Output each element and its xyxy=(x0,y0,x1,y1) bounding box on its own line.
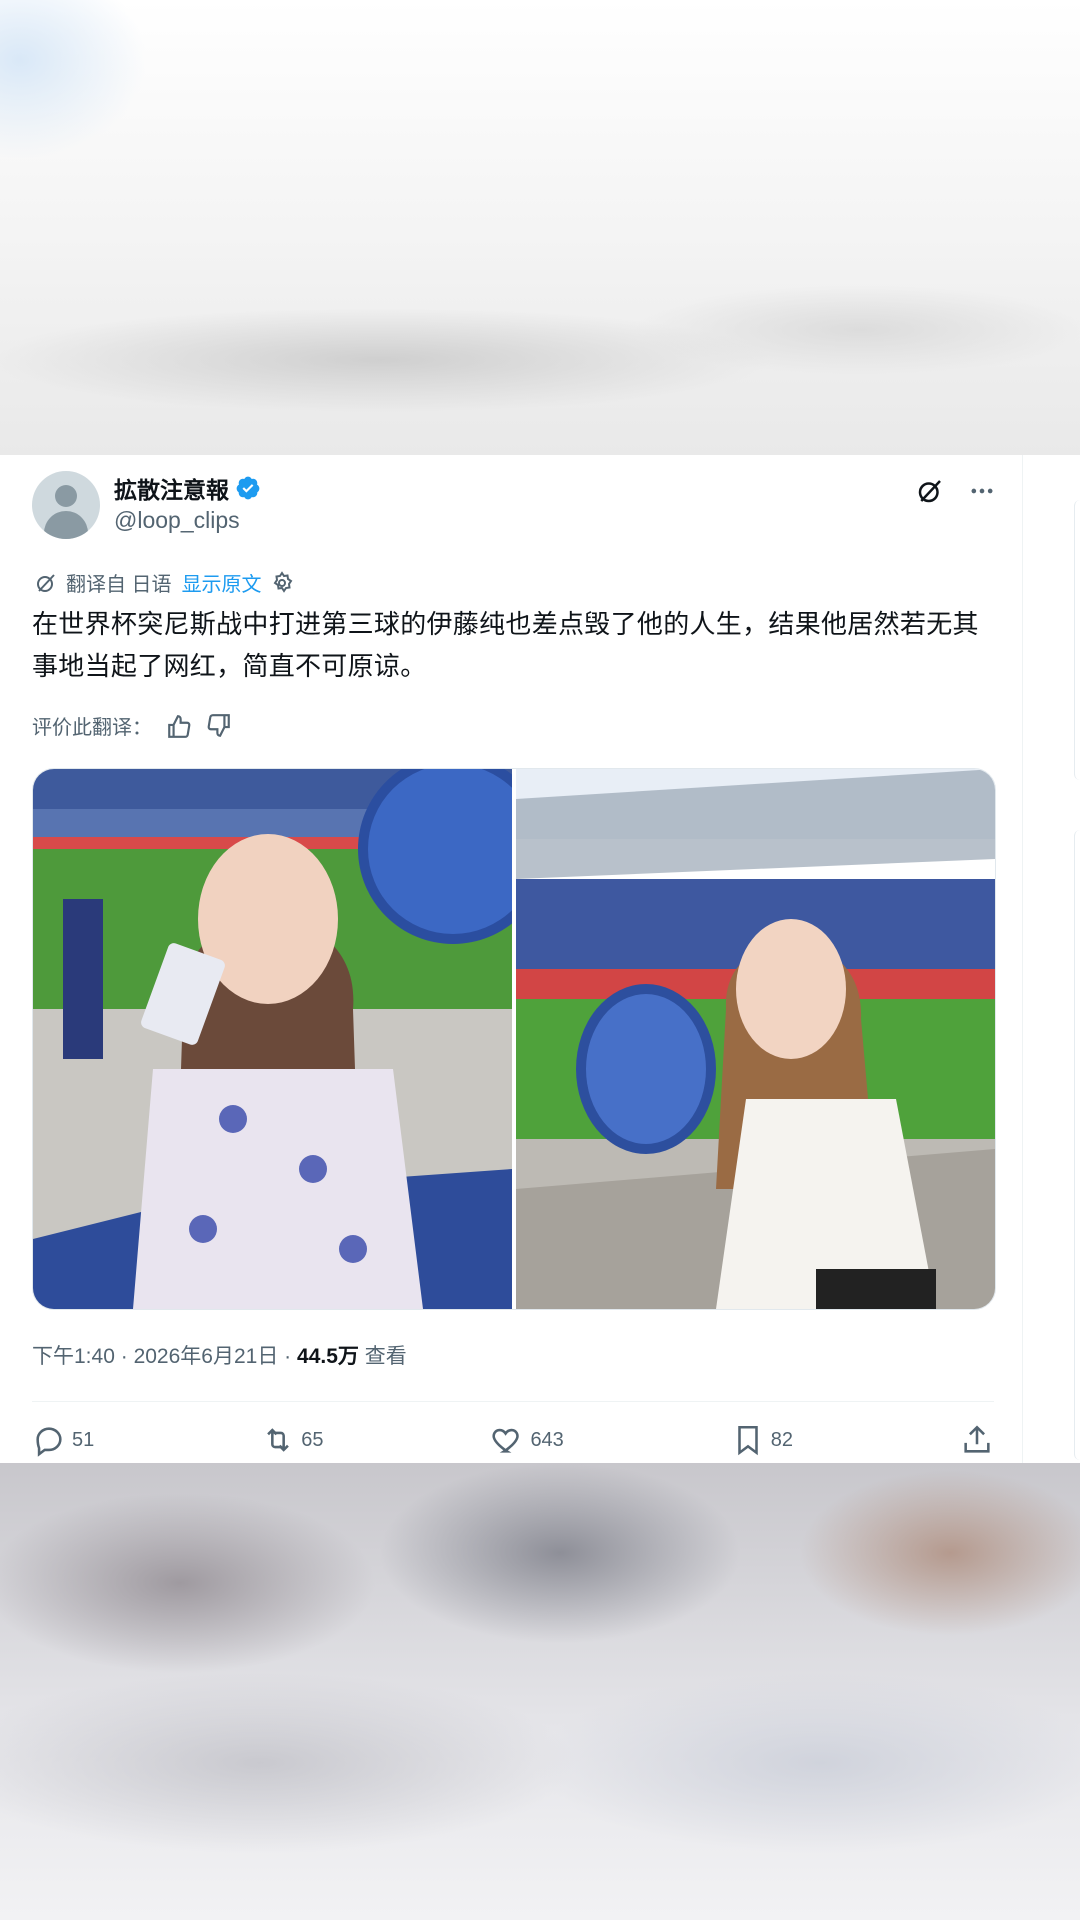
sidebar-card-edge xyxy=(1074,500,1080,780)
avatar[interactable] xyxy=(32,471,100,539)
rate-translation: 评价此翻译： xyxy=(32,711,232,740)
like-button[interactable]: 643 xyxy=(490,1423,564,1457)
photo-right[interactable] xyxy=(516,769,995,1309)
share-icon xyxy=(964,1425,990,1453)
retweet-count: 65 xyxy=(301,1428,324,1451)
author-name-row[interactable]: 拡散注意報 xyxy=(114,471,261,505)
tweet-card: 拡散注意報 @loop_clips 翻译自 日语 显示原文 在世界杯突尼斯战中打… xyxy=(0,455,1023,1463)
author-handle[interactable]: @loop_clips xyxy=(114,507,240,534)
retweet-button[interactable]: 65 xyxy=(261,1423,323,1457)
show-original-link[interactable]: 显示原文 xyxy=(182,568,262,597)
photo-left[interactable] xyxy=(33,769,512,1309)
verified-icon xyxy=(236,476,260,500)
views-count: 44.5万 xyxy=(297,1345,359,1368)
tweet-actions: 51 65 643 82 xyxy=(32,1423,994,1457)
reply-button[interactable]: 51 xyxy=(32,1423,94,1457)
tweet-date[interactable]: 2026年6月21日 xyxy=(134,1345,279,1368)
tweet-media[interactable] xyxy=(32,768,996,1310)
sidebar-card-edge xyxy=(1074,830,1080,1460)
thumbs-down-icon[interactable] xyxy=(206,713,232,739)
bookmark-icon xyxy=(738,1425,758,1456)
divider xyxy=(32,1401,994,1402)
bookmark-count: 82 xyxy=(770,1428,794,1451)
grok-icon[interactable] xyxy=(914,475,946,507)
like-icon xyxy=(492,1428,520,1453)
blurred-background-bottom xyxy=(0,1463,1080,1920)
bookmark-button[interactable]: 82 xyxy=(731,1423,793,1457)
views-label: 查看 xyxy=(364,1345,407,1368)
translated-from-label: 翻译自 日语 xyxy=(66,574,172,596)
separator: · xyxy=(120,1345,128,1368)
like-count: 643 xyxy=(530,1428,564,1451)
reply-count: 51 xyxy=(72,1428,95,1451)
share-button[interactable] xyxy=(960,1423,994,1457)
tweet-header-actions xyxy=(914,475,998,507)
translation-info: 翻译自 日语 显示原文 xyxy=(34,568,294,597)
separator: · xyxy=(284,1345,292,1368)
settings-icon[interactable] xyxy=(270,570,294,595)
rate-translation-label: 评价此翻译： xyxy=(32,717,152,739)
more-icon[interactable] xyxy=(966,475,998,507)
blurred-background-top xyxy=(0,0,1080,455)
thumbs-up-icon[interactable] xyxy=(166,713,192,739)
author-name[interactable]: 拡散注意報 xyxy=(114,471,229,505)
translate-icon xyxy=(37,573,55,592)
retweet-icon xyxy=(267,1428,290,1452)
tweet-text: 在世界杯突尼斯战中打进第三球的伊藤纯也差点毁了他的人生，结果他居然若无其事地当起… xyxy=(32,609,979,681)
tweet-meta: 下午1:40 · 2026年6月21日 · 44.5万 查看 xyxy=(32,1340,407,1370)
reply-icon xyxy=(36,1427,62,1457)
tweet-time[interactable]: 下午1:40 xyxy=(32,1345,115,1368)
